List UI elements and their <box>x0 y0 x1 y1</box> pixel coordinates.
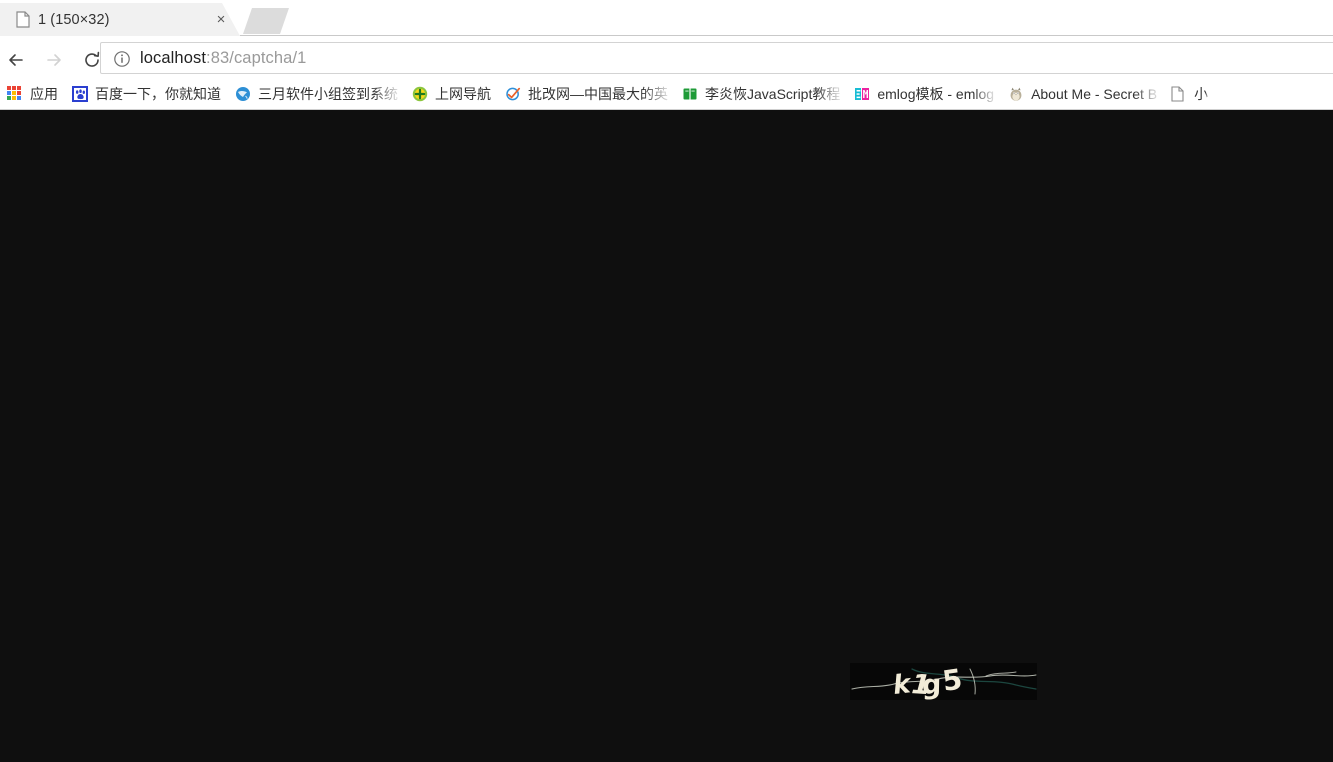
document-icon <box>1171 86 1187 102</box>
apps-grid-icon <box>7 86 23 102</box>
captcha-canvas: k 1 g 5 <box>850 663 1037 700</box>
new-tab-button[interactable] <box>243 8 289 34</box>
tab-captcha[interactable]: 1 (150×32) × <box>0 3 240 36</box>
back-arrow-icon[interactable] <box>0 44 32 76</box>
bookmark-item-emlog[interactable]: emlog模板 - emlog <box>850 82 998 106</box>
bookmark-item-baidu[interactable]: 百度一下，你就知道 <box>68 82 225 106</box>
green-plus-icon <box>412 86 428 102</box>
bookmark-item-pigai[interactable]: 批改网—中国最大的英 <box>501 82 672 106</box>
page-content: k 1 g 5 <box>0 110 1333 762</box>
bookmark-label: 三月软件小组签到系统 <box>258 86 398 102</box>
blue-check-icon <box>505 86 521 102</box>
bookmark-label: 李炎恢JavaScript教程 <box>705 86 840 102</box>
blue-globe-icon <box>235 86 251 102</box>
bookmark-label: 批改网—中国最大的英 <box>528 86 668 102</box>
bookmark-item-march-software[interactable]: 三月软件小组签到系统 <box>231 82 402 106</box>
bookmark-item-last[interactable]: 小 <box>1167 82 1212 106</box>
tab-strip: 1 (150×32) × <box>0 0 1333 36</box>
info-circle-icon[interactable] <box>113 50 131 68</box>
url-host: localhost <box>140 49 206 67</box>
captcha-image[interactable]: k 1 g 5 <box>850 663 1037 700</box>
forward-arrow-icon[interactable] <box>38 44 70 76</box>
tab-background <box>0 3 240 36</box>
bookmark-apps[interactable]: 应用 <box>3 82 62 106</box>
bookmark-label: 小 <box>1194 86 1208 102</box>
bookmark-label: 应用 <box>30 86 58 102</box>
bookmark-item-about-me[interactable]: About Me - Secret B <box>1004 82 1161 106</box>
bookmark-item-nav[interactable]: 上网导航 <box>408 82 495 106</box>
close-icon[interactable]: × <box>213 12 229 28</box>
address-bar-url: localhost:83/captcha/1 <box>140 49 306 68</box>
bookmark-label: emlog模板 - emlog <box>877 86 994 102</box>
captcha-char-3: g <box>922 669 942 700</box>
bookmark-label: 上网导航 <box>435 86 491 102</box>
url-path: :83/captcha/1 <box>206 49 306 67</box>
totoro-icon <box>1008 86 1024 102</box>
bookmark-item-javascript-tutorial[interactable]: 李炎恢JavaScript教程 <box>678 82 844 106</box>
browser-window: 1 (150×32) × localhost:83/captcha <box>0 0 1333 762</box>
tab-title: 1 (150×32) <box>38 12 110 28</box>
emlog-em-icon <box>854 86 870 102</box>
bookmark-label: About Me - Secret B <box>1031 86 1157 102</box>
bookmarks-bar: 应用 百度一下，你就知道 三月软件小组签到系统 <box>0 78 1333 110</box>
document-icon <box>16 11 30 28</box>
baidu-paw-icon <box>72 86 88 102</box>
green-book-icon <box>682 86 698 102</box>
bookmark-label: 百度一下，你就知道 <box>95 86 221 102</box>
address-bar[interactable]: localhost:83/captcha/1 <box>100 42 1333 74</box>
